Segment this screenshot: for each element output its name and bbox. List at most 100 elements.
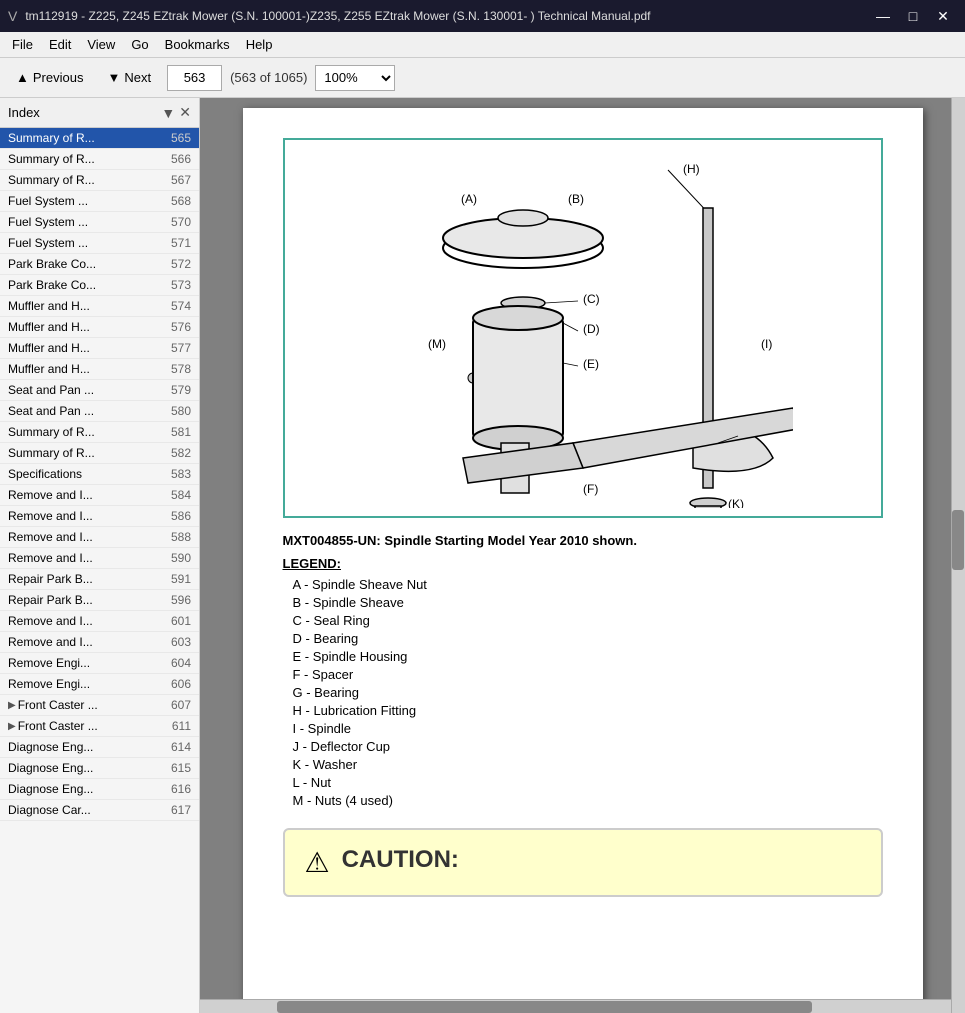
menu-item-help[interactable]: Help xyxy=(238,35,281,54)
sidebar-item-label-12: Seat and Pan ... xyxy=(8,383,159,397)
next-label: Next xyxy=(124,70,151,85)
sidebar-item-page-1: 566 xyxy=(163,152,191,166)
sidebar-item-6[interactable]: Park Brake Co...572 xyxy=(0,254,199,275)
sidebar-item-22[interactable]: Repair Park B... 596 xyxy=(0,590,199,611)
sidebar-item-12[interactable]: Seat and Pan ... 579 xyxy=(0,380,199,401)
legend-item-5: F - Spacer xyxy=(293,667,883,682)
sidebar-item-10[interactable]: Muffler and H...577 xyxy=(0,338,199,359)
menu-item-view[interactable]: View xyxy=(79,35,123,54)
sidebar-item-page-27: 607 xyxy=(163,698,191,712)
sidebar-item-5[interactable]: Fuel System ...571 xyxy=(0,233,199,254)
legend-title: LEGEND: xyxy=(283,556,883,571)
sidebar-item-label-15: Summary of R... xyxy=(8,446,159,460)
sidebar-item-page-29: 614 xyxy=(163,740,191,754)
sidebar-item-7[interactable]: Park Brake Co... 573 xyxy=(0,275,199,296)
sidebar-item-page-10: 577 xyxy=(163,341,191,355)
sidebar-item-30[interactable]: Diagnose Eng...615 xyxy=(0,758,199,779)
sidebar-item-page-14: 581 xyxy=(163,425,191,439)
sidebar-close-btn[interactable]: ✕ xyxy=(179,104,191,121)
vertical-scrollbar[interactable] xyxy=(951,98,965,1013)
sidebar-item-13[interactable]: Seat and Pan ... 580 xyxy=(0,401,199,422)
sidebar-item-page-16: 583 xyxy=(163,467,191,481)
sidebar-item-page-30: 615 xyxy=(163,761,191,775)
sidebar-item-page-31: 616 xyxy=(163,782,191,796)
sidebar-item-27[interactable]: ▶Front Caster ...607 xyxy=(0,695,199,716)
prev-arrow-icon: ▲ xyxy=(16,70,29,85)
sidebar-item-19[interactable]: Remove and I...588 xyxy=(0,527,199,548)
menu-item-file[interactable]: File xyxy=(4,35,41,54)
sidebar-item-label-7: Park Brake Co... xyxy=(8,278,159,292)
sidebar-item-24[interactable]: Remove and I...603 xyxy=(0,632,199,653)
sidebar-item-page-17: 584 xyxy=(163,488,191,502)
sidebar-item-3[interactable]: Fuel System ... 568 xyxy=(0,191,199,212)
next-button[interactable]: ▼ Next xyxy=(99,66,159,89)
sidebar-item-label-29: Diagnose Eng... xyxy=(8,740,159,754)
sidebar-item-8[interactable]: Muffler and H...574 xyxy=(0,296,199,317)
legend-items: A - Spindle Sheave NutB - Spindle Sheave… xyxy=(283,577,883,808)
sidebar-item-28[interactable]: ▶Front Caster ...611 xyxy=(0,716,199,737)
sidebar-item-page-12: 579 xyxy=(163,383,191,397)
sidebar-item-label-6: Park Brake Co... xyxy=(8,257,159,271)
sidebar-item-label-31: Diagnose Eng... xyxy=(8,782,159,796)
menu-item-edit[interactable]: Edit xyxy=(41,35,79,54)
sidebar-item-page-13: 580 xyxy=(163,404,191,418)
sidebar-item-29[interactable]: Diagnose Eng... 614 xyxy=(0,737,199,758)
sidebar-item-label-28: Front Caster ... xyxy=(18,719,159,733)
close-button[interactable]: ✕ xyxy=(929,4,957,28)
content-area: (H) (B) (A) xyxy=(200,98,965,1013)
sidebar-item-label-3: Fuel System ... xyxy=(8,194,159,208)
sidebar-list: Summary of R...565Summary of R...566Summ… xyxy=(0,128,199,1013)
zoom-select[interactable]: 50%75%100%125%150%200% xyxy=(315,65,395,91)
sidebar-item-32[interactable]: Diagnose Car...617 xyxy=(0,800,199,821)
sidebar-item-page-22: 596 xyxy=(163,593,191,607)
sidebar-item-page-3: 568 xyxy=(163,194,191,208)
sidebar-item-label-26: Remove Engi... xyxy=(8,677,159,691)
menu-item-go[interactable]: Go xyxy=(123,35,156,54)
sidebar-item-page-2: 567 xyxy=(163,173,191,187)
sidebar-item-25[interactable]: Remove Engi...604 xyxy=(0,653,199,674)
prev-button[interactable]: ▲ Previous xyxy=(8,66,91,89)
maximize-button[interactable]: □ xyxy=(899,4,927,28)
sidebar-item-label-13: Seat and Pan ... xyxy=(8,404,159,418)
sidebar-item-21[interactable]: Repair Park B...591 xyxy=(0,569,199,590)
svg-text:(H): (H) xyxy=(683,162,700,176)
sidebar-item-31[interactable]: Diagnose Eng... 616 xyxy=(0,779,199,800)
sidebar-item-label-22: Repair Park B... xyxy=(8,593,159,607)
legend-item-10: K - Washer xyxy=(293,757,883,772)
menu-bar: FileEditViewGoBookmarksHelp xyxy=(0,32,965,58)
sidebar-item-23[interactable]: Remove and I...601 xyxy=(0,611,199,632)
sidebar-item-9[interactable]: Muffler and H...576 xyxy=(0,317,199,338)
horizontal-scrollbar-thumb[interactable] xyxy=(277,1001,813,1013)
sidebar-item-2[interactable]: Summary of R... 567 xyxy=(0,170,199,191)
pdf-scroll[interactable]: (H) (B) (A) xyxy=(200,98,965,999)
vertical-scrollbar-thumb[interactable] xyxy=(952,510,964,570)
prev-label: Previous xyxy=(33,70,84,85)
sidebar-item-page-7: 573 xyxy=(163,278,191,292)
page-input[interactable] xyxy=(167,65,222,91)
menu-item-bookmarks[interactable]: Bookmarks xyxy=(157,35,238,54)
sidebar-item-page-25: 604 xyxy=(163,656,191,670)
sidebar-item-page-21: 591 xyxy=(163,572,191,586)
sidebar-item-4[interactable]: Fuel System ...570 xyxy=(0,212,199,233)
sidebar-item-15[interactable]: Summary of R...582 xyxy=(0,443,199,464)
sidebar-item-26[interactable]: Remove Engi... 606 xyxy=(0,674,199,695)
sidebar-collapse-btn[interactable]: ▼ xyxy=(161,104,175,121)
minimize-button[interactable]: — xyxy=(869,4,897,28)
sidebar-item-label-20: Remove and I... xyxy=(8,551,159,565)
sidebar-item-label-1: Summary of R... xyxy=(8,152,159,166)
sidebar-item-17[interactable]: Remove and I...584 xyxy=(0,485,199,506)
sidebar-item-label-9: Muffler and H... xyxy=(8,320,159,334)
sidebar-item-1[interactable]: Summary of R... 566 xyxy=(0,149,199,170)
sidebar-item-14[interactable]: Summary of R...581 xyxy=(0,422,199,443)
sidebar-item-18[interactable]: Remove and I...586 xyxy=(0,506,199,527)
legend-item-12: M - Nuts (4 used) xyxy=(293,793,883,808)
sidebar-item-page-4: 570 xyxy=(163,215,191,229)
sidebar-item-20[interactable]: Remove and I...590 xyxy=(0,548,199,569)
sidebar-item-label-2: Summary of R... xyxy=(8,173,159,187)
sidebar-item-label-8: Muffler and H... xyxy=(8,299,159,313)
sidebar-item-page-26: 606 xyxy=(163,677,191,691)
sidebar-item-11[interactable]: Muffler and H...578 xyxy=(0,359,199,380)
horizontal-scrollbar[interactable] xyxy=(200,999,965,1013)
sidebar-item-0[interactable]: Summary of R...565 xyxy=(0,128,199,149)
sidebar-item-16[interactable]: Specifications583 xyxy=(0,464,199,485)
